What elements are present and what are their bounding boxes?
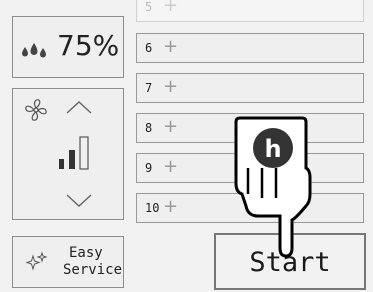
hand-logo-letter: h — [264, 135, 281, 163]
humidity-panel[interactable]: 75% — [12, 16, 124, 78]
humidity-value: 75% — [57, 29, 120, 62]
easy-service-label-line1: Easy — [69, 245, 103, 261]
pointing-hand-icon: h — [234, 116, 312, 258]
row-number: 6 — [145, 41, 153, 55]
plus-icon: + — [163, 36, 179, 57]
easy-service-label-line2: Service — [63, 262, 123, 278]
plus-icon: + — [163, 0, 179, 16]
sparkle-icon — [25, 251, 48, 271]
fan-speed-panel — [12, 88, 124, 220]
signal-bars-icon — [59, 136, 89, 170]
program-row-5[interactable]: 5 + — [136, 0, 364, 22]
row-number: 10 — [145, 201, 160, 215]
easy-service-button[interactable]: Easy Service — [12, 236, 124, 288]
plus-icon: + — [163, 156, 179, 177]
chevron-up-icon[interactable] — [65, 99, 93, 115]
row-number: 8 — [145, 121, 153, 135]
row-number: 7 — [145, 81, 153, 95]
plus-icon: + — [163, 196, 179, 217]
chevron-down-icon[interactable] — [65, 193, 93, 209]
program-row-6[interactable]: 6 + — [136, 33, 364, 63]
plus-icon: + — [163, 76, 179, 97]
row-number: 9 — [145, 161, 153, 175]
program-row-7[interactable]: 7 + — [136, 73, 364, 103]
water-drops-icon — [22, 43, 46, 58]
fan-icon — [25, 99, 47, 121]
plus-icon: + — [163, 116, 179, 137]
row-number: 5 — [145, 0, 153, 14]
